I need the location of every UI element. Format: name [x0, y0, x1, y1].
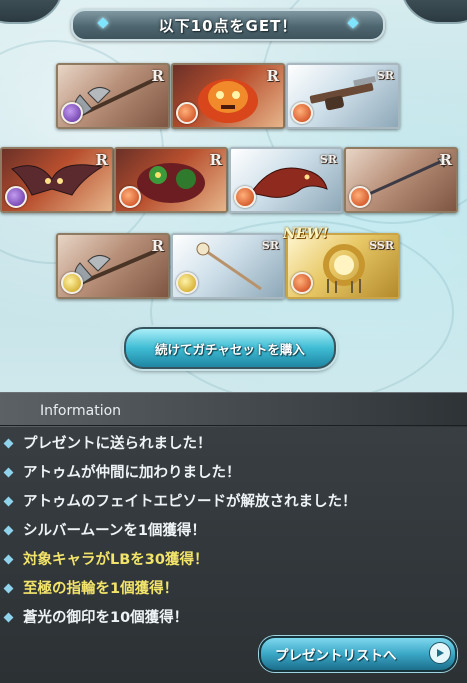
rarity-badge: R [151, 237, 164, 255]
info-message: シルバームーンを1個獲得！ [23, 523, 206, 539]
rarity-badge: SR [261, 239, 279, 252]
bullet-icon [3, 554, 14, 565]
fire-element-icon [176, 102, 198, 124]
rarity-badge: R [151, 67, 164, 85]
info-message-highlight: 至極の指輪を1個獲得！ [23, 581, 179, 597]
item-card-fire-spirit[interactable]: R [171, 63, 285, 129]
diamond-icon [97, 17, 109, 29]
item-card-dragon[interactable]: SR [229, 147, 343, 213]
present-list-button[interactable]: プレゼントリストへ [259, 636, 457, 672]
light-element-icon [176, 272, 198, 294]
rarity-badge: SR [376, 69, 394, 82]
page-title: 以下10点をGET！ [158, 16, 298, 35]
rarity-badge: SR [319, 153, 337, 166]
light-element-icon [61, 272, 83, 294]
info-message: アトゥムが仲間に加わりました！ [23, 465, 241, 481]
item-card-ring[interactable]: SSR [286, 233, 400, 299]
diamond-icon [347, 17, 359, 29]
fire-element-icon [349, 186, 371, 208]
new-badge: NEW! [283, 226, 329, 242]
continue-gacha-set-button[interactable]: 続けてガチャセットを購入 [124, 327, 336, 369]
bullet-icon [3, 496, 14, 507]
item-card-flower-monster[interactable]: R [114, 147, 228, 213]
present-list-label: プレゼントリストへ [275, 648, 397, 664]
item-card-axe-2[interactable]: R [56, 233, 170, 299]
information-header: Information [0, 392, 467, 427]
fire-element-icon [291, 102, 313, 124]
item-card-bat[interactable]: R [0, 147, 114, 213]
rarity-badge: R [95, 151, 108, 169]
bullet-icon [3, 467, 14, 478]
rarity-badge: R [439, 151, 452, 169]
info-message-highlight: 対象キャラがLBを30獲得！ [23, 552, 209, 568]
information-title: Information [40, 403, 122, 419]
rarity-badge: R [209, 151, 222, 169]
arrow-right-icon [429, 642, 451, 664]
corner-ornament-left [0, 0, 64, 24]
item-card-spear[interactable]: R [344, 147, 458, 213]
bullet-icon [3, 612, 14, 623]
rarity-badge: SSR [369, 239, 394, 252]
fire-element-icon [291, 272, 313, 294]
item-card-axe[interactable]: R [56, 63, 170, 129]
item-card-gun[interactable]: SR [286, 63, 400, 129]
info-message: アトゥムのフェイトエピソードが解放されました！ [23, 494, 357, 510]
bullet-icon [3, 583, 14, 594]
continue-gacha-set-label: 続けてガチャセットを購入 [155, 341, 305, 357]
divider [0, 425, 467, 426]
info-message: プレゼントに送られました！ [23, 436, 212, 452]
fire-element-icon [234, 186, 256, 208]
fire-element-icon [119, 186, 141, 208]
dark-element-icon [61, 102, 83, 124]
information-panel: Information プレゼントに送られました！ アトゥムが仲間に加わりました… [0, 392, 467, 683]
item-card-staff[interactable]: SR [171, 233, 285, 299]
reward-title-banner: 以下10点をGET！ [71, 9, 385, 41]
info-message: 蒼光の御印を10個獲得！ [23, 610, 189, 626]
rarity-badge: R [266, 67, 279, 85]
reward-backdrop: 以下10点をGET！ R R SR R R SR R R SR SSR NEW!… [0, 0, 467, 392]
dark-element-icon [5, 186, 27, 208]
bullet-icon [3, 438, 14, 449]
bullet-icon [3, 525, 14, 536]
